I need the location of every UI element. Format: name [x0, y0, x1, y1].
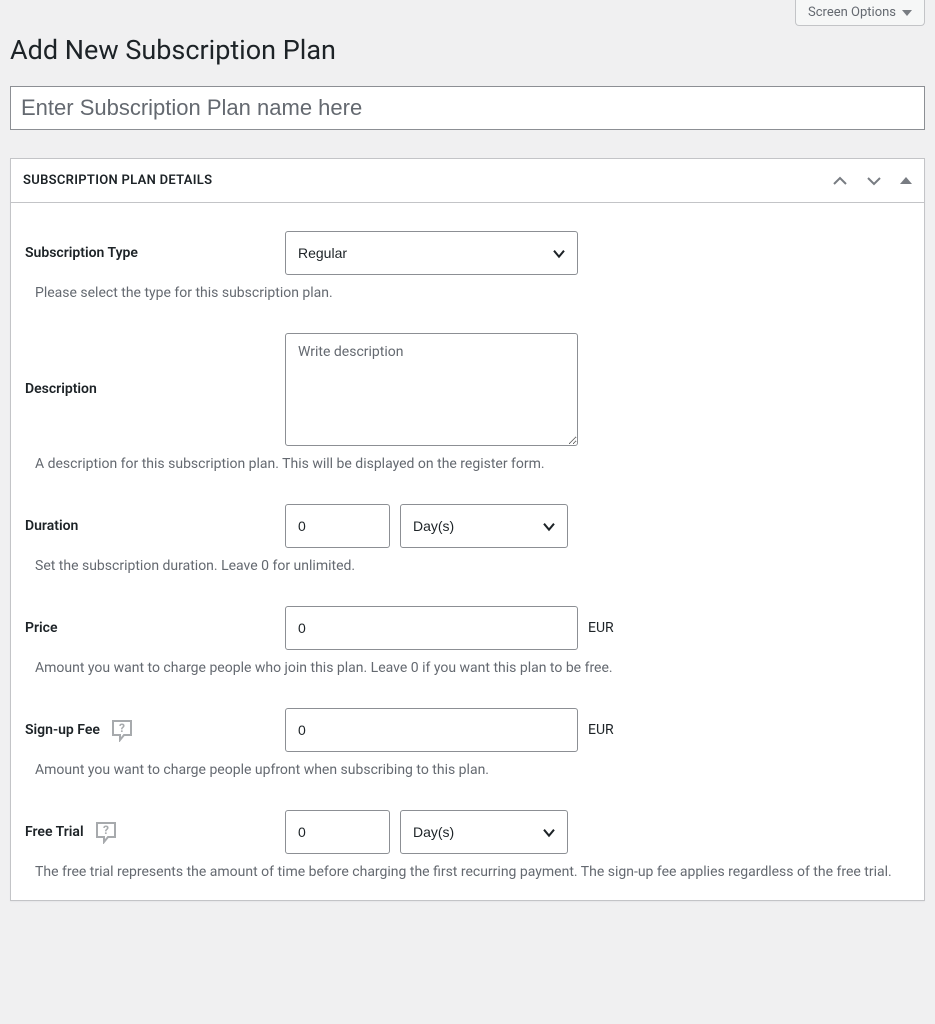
chevron-down-icon[interactable] [866, 173, 882, 189]
label-description: Description [25, 333, 285, 397]
help-free-trial: The free trial represents the amount of … [25, 862, 910, 880]
signup-fee-currency: EUR [588, 722, 614, 738]
help-icon[interactable]: ? [110, 718, 134, 742]
svg-text:?: ? [103, 823, 109, 837]
panel-title: SUBSCRIPTION PLAN DETAILS [23, 173, 832, 188]
panel-header: SUBSCRIPTION PLAN DETAILS [11, 159, 924, 203]
screen-options-button[interactable]: Screen Options [795, 0, 925, 26]
description-textarea[interactable] [285, 333, 578, 446]
screen-options-label: Screen Options [808, 5, 896, 20]
row-description: Description [25, 333, 910, 446]
free-trial-unit-select[interactable]: Day(s) [400, 810, 568, 854]
label-signup-fee: Sign-up Fee [25, 722, 100, 738]
label-subscription-type: Subscription Type [25, 245, 285, 261]
label-duration: Duration [25, 518, 285, 534]
duration-input[interactable] [285, 504, 390, 548]
label-price: Price [25, 620, 285, 636]
page-title: Add New Subscription Plan [10, 26, 925, 86]
subscription-type-select[interactable]: Regular [285, 231, 578, 275]
chevron-up-icon[interactable] [832, 173, 848, 189]
help-duration: Set the subscription duration. Leave 0 f… [25, 556, 910, 574]
help-description: A description for this subscription plan… [25, 454, 910, 472]
price-currency: EUR [588, 620, 614, 636]
details-panel: SUBSCRIPTION PLAN DETAILS Subscription T… [10, 158, 925, 901]
row-signup-fee: Sign-up Fee ? EUR [25, 708, 910, 752]
row-duration: Duration Day(s) [25, 504, 910, 548]
help-price: Amount you want to charge people who joi… [25, 658, 910, 676]
duration-unit-select[interactable]: Day(s) [400, 504, 568, 548]
row-subscription-type: Subscription Type Regular [25, 231, 910, 275]
help-icon[interactable]: ? [94, 820, 118, 844]
help-signup-fee: Amount you want to charge people upfront… [25, 760, 910, 778]
label-free-trial: Free Trial [25, 824, 84, 840]
row-free-trial: Free Trial ? Day(s) [25, 810, 910, 854]
signup-fee-input[interactable] [285, 708, 578, 752]
plan-name-input[interactable] [10, 86, 925, 130]
price-input[interactable] [285, 606, 578, 650]
row-price: Price EUR [25, 606, 910, 650]
help-subscription-type: Please select the type for this subscrip… [25, 283, 910, 301]
svg-text:?: ? [119, 721, 125, 735]
free-trial-input[interactable] [285, 810, 390, 854]
caret-up-icon[interactable] [900, 175, 912, 187]
caret-down-icon [902, 8, 912, 18]
